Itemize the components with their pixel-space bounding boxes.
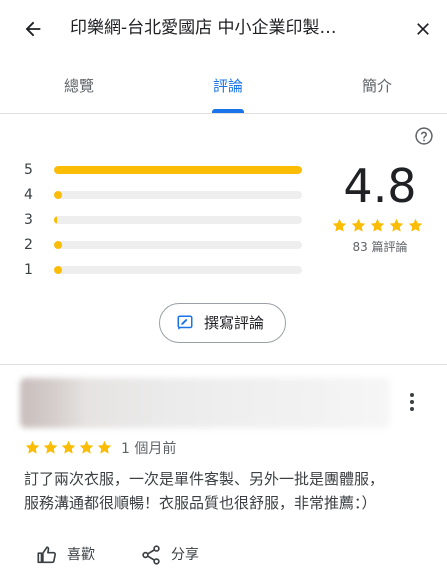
place-title: 印樂網-台北愛國店 中小企業印製… (70, 18, 337, 38)
rating-row-label: 2 (24, 237, 33, 253)
review-text: 訂了兩次衣服，一次是單件客製、另外一批是團體服， 服務溝通都很順暢！衣服品質也很… (24, 467, 424, 515)
rating-row-label: 5 (24, 162, 33, 178)
star-icon (25, 440, 40, 454)
back-button[interactable] (18, 14, 48, 44)
rating-bar-fill (54, 166, 302, 174)
write-review-label: 撰寫評論 (204, 314, 265, 332)
rating-row-label: 1 (24, 262, 33, 278)
arrow-back-icon (25, 21, 41, 37)
rating-row-4: 4 (24, 185, 306, 205)
rating-row-label: 4 (24, 187, 33, 203)
tab-reviews[interactable]: 評論 (173, 62, 283, 113)
rate-review-icon (177, 315, 193, 330)
review-date: 1 個月前 (121, 441, 177, 457)
rating-bar-track (54, 216, 302, 224)
average-rating-stars (331, 217, 427, 235)
average-rating-score: 4.8 (343, 159, 417, 213)
rating-row-2: 2 (24, 235, 306, 255)
star-icon (370, 218, 385, 232)
share-label: 分享 (171, 547, 199, 563)
rating-bar-fill (54, 191, 62, 199)
star-icon (79, 440, 94, 454)
review-text-line: 服務溝通都很順暢！衣服品質也很舒服，非常推薦：） (24, 494, 377, 512)
star-icon (389, 218, 404, 232)
rating-bar-fill (54, 266, 62, 274)
share-button[interactable]: 分享 (140, 542, 210, 568)
write-review-button[interactable]: 撰寫評論 (159, 303, 286, 343)
star-icon (408, 218, 423, 232)
rating-bar-fill (54, 241, 62, 249)
place-header: 印樂網-台北愛國店 中小企業印製… (0, 0, 447, 56)
close-button[interactable] (408, 14, 438, 44)
help-icon (415, 127, 433, 145)
review-rating-stars (24, 439, 114, 457)
rating-row-5: 5 (24, 160, 306, 180)
reviewer-info-blurred (20, 378, 390, 428)
tab-about[interactable]: 簡介 (322, 62, 432, 113)
more-vert-icon (410, 393, 414, 397)
star-icon (332, 218, 347, 232)
section-divider (0, 364, 447, 365)
star-icon (61, 440, 76, 454)
rating-row-label: 3 (24, 212, 33, 228)
rating-bar-track (54, 241, 302, 249)
help-button[interactable] (414, 126, 434, 146)
more-vert-icon-dot (410, 407, 414, 411)
rating-row-1: 1 (24, 260, 306, 280)
star-icon (351, 218, 366, 232)
rating-bar-track (54, 266, 302, 274)
more-vert-icon-dot (410, 400, 414, 404)
review-count-link[interactable]: 83 篇評論 (335, 238, 425, 256)
close-icon (417, 23, 429, 35)
rating-bar-fill (54, 216, 57, 224)
tab-overview[interactable]: 總覽 (24, 62, 134, 113)
star-icon (97, 440, 112, 454)
star-icon (43, 440, 58, 454)
tab-bar: 總覽 評論 簡介 (0, 62, 447, 114)
like-button[interactable]: 喜歡 (36, 542, 106, 568)
share-icon (142, 545, 160, 565)
rating-bar-track (54, 191, 302, 199)
like-label: 喜歡 (67, 547, 95, 563)
rating-row-3: 3 (24, 210, 306, 230)
review-more-options-button[interactable] (402, 390, 422, 414)
rating-bar-track (54, 166, 302, 174)
review-text-line: 訂了兩次衣服，一次是單件客製、另外一批是團體服， (24, 470, 385, 488)
thumb-up-icon (37, 546, 57, 564)
active-tab-indicator (212, 109, 244, 113)
